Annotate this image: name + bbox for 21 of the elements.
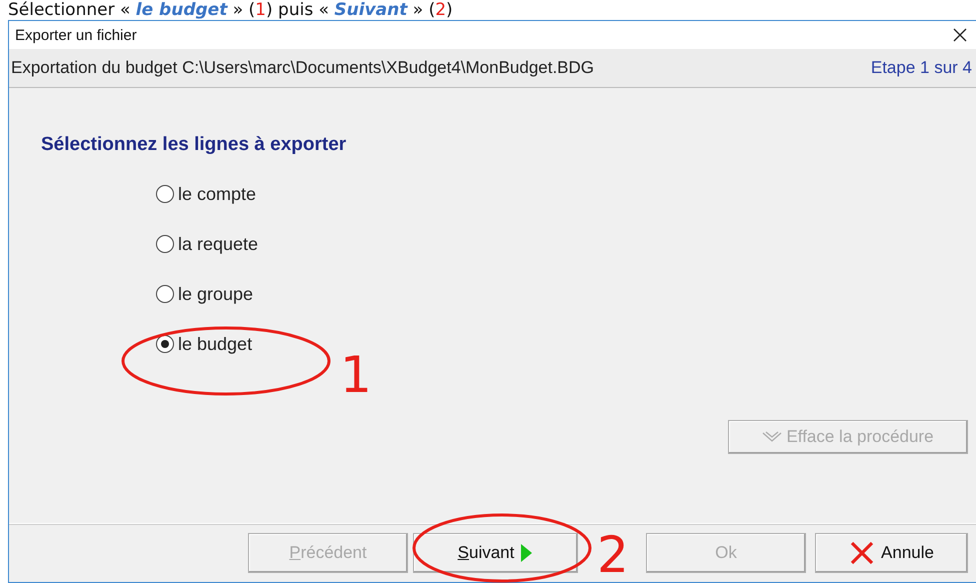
annotation-number: 1	[340, 350, 372, 400]
export-path: Exportation du budget C:\Users\marc\Documents\XBudget4\MonBudget.BDG	[11, 58, 594, 78]
radio-button[interactable]	[156, 285, 174, 303]
window-title: Exporter un fichier	[15, 26, 137, 44]
radio-button[interactable]	[156, 185, 174, 203]
radio-option[interactable]: la requete	[156, 232, 258, 256]
radio-option[interactable]: le compte	[156, 182, 256, 206]
annotation-number: 2	[597, 530, 629, 580]
chevron-icon	[762, 431, 782, 443]
instruction-caption: Sélectionner « le budget » (1) puis « Suivant » (2)	[7, 0, 454, 20]
radio-option[interactable]: le groupe	[156, 282, 254, 306]
close-icon	[849, 540, 876, 566]
play-arrow-icon	[520, 543, 534, 563]
radio-button[interactable]	[156, 235, 174, 253]
step-indicator: Etape 1 sur 4	[870, 58, 972, 78]
next-button[interactable]: Suivant	[413, 533, 578, 573]
cancel-button[interactable]: Annule	[815, 533, 968, 573]
section-heading: Sélectionnez les lignes à exporter	[41, 134, 348, 156]
close-icon[interactable]	[952, 27, 968, 43]
radio-button[interactable]	[156, 335, 174, 353]
radio-option[interactable]: le budget	[156, 332, 252, 356]
